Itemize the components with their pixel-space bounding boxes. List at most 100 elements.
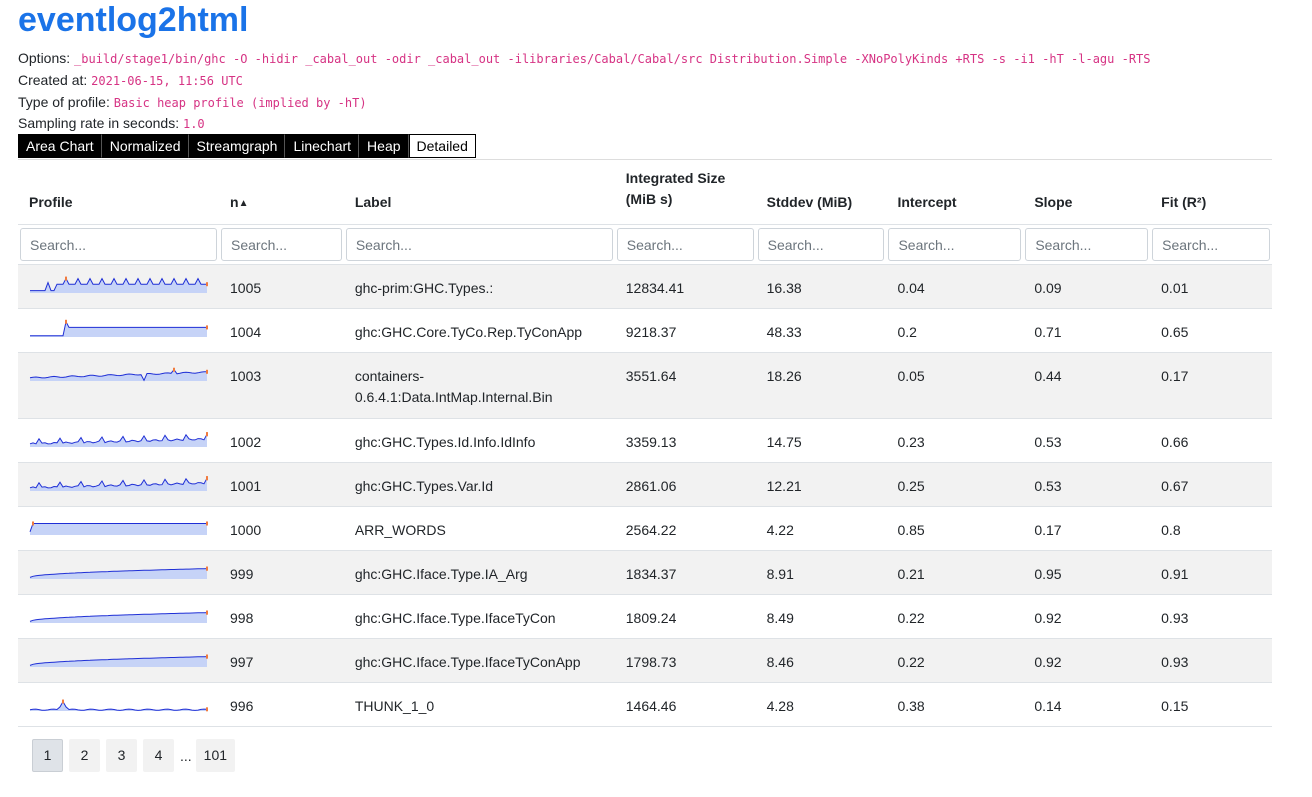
n-cell: 997 [219, 638, 344, 683]
col-header-profile[interactable]: Profile [18, 160, 219, 225]
sampling-rate-label: Sampling rate in seconds: [18, 115, 180, 131]
stddev-cell: 48.33 [755, 308, 887, 353]
fit-cell: 0.93 [1150, 638, 1272, 683]
search-input-profile[interactable] [20, 228, 217, 261]
tab-heap[interactable]: Heap [359, 134, 409, 158]
col-header-slope[interactable]: Slope [1023, 160, 1151, 225]
page-title: eventlog2html [18, 1, 249, 39]
search-input-fit[interactable] [1152, 228, 1270, 261]
col-header-intercept[interactable]: Intercept [886, 160, 1024, 225]
integrated-size-cell: 1798.73 [614, 638, 756, 683]
stddev-cell-text: 12.21 [766, 478, 802, 494]
search-input-stddev[interactable] [757, 228, 885, 261]
stddev-cell-text: 48.33 [766, 324, 802, 340]
integrated-size-cell: 1809.24 [614, 594, 756, 639]
pagination-ellipsis: ... [180, 747, 192, 764]
intercept-cell-text: 0.22 [897, 610, 925, 626]
sparkline [29, 367, 208, 382]
detailed-table: Profile n▲ Label Integrated Size (MiB s)… [18, 160, 1272, 727]
sparkline [30, 276, 208, 293]
tab-normalized[interactable]: Normalized [101, 134, 189, 158]
integrated-size-cell: 2861.06 [614, 462, 756, 507]
profile-type-label: Type of profile: [18, 94, 110, 110]
col-header-fit[interactable]: Fit (R²) [1150, 160, 1272, 225]
sparkline-marker [206, 707, 208, 712]
tab-streamgraph[interactable]: Streamgraph [188, 134, 286, 158]
integrated-size-cell-text: 2861.06 [625, 478, 677, 494]
slope-cell-text: 0.14 [1034, 698, 1062, 714]
sparkline [30, 319, 208, 337]
intercept-cell-text: 0.22 [897, 654, 925, 670]
profile-cell [18, 352, 219, 419]
intercept-cell: 0.85 [886, 506, 1024, 551]
sparkline-area [30, 434, 207, 447]
col-header-n[interactable]: n▲ [219, 160, 344, 225]
n-cell: 998 [219, 594, 344, 639]
created-line: Created at: 2021-06-15, 11:56 UTC [18, 70, 243, 91]
search-input-integrated-size[interactable] [616, 228, 754, 261]
profile-cell [18, 264, 219, 309]
stddev-cell: 8.91 [755, 550, 887, 595]
slope-cell: 0.71 [1023, 308, 1151, 353]
tab-area-chart[interactable]: Area Chart [18, 134, 102, 158]
sparkline-marker [206, 282, 208, 287]
col-header-label[interactable]: Label [343, 160, 615, 225]
fit-cell-text: 0.66 [1161, 434, 1189, 450]
stddev-cell-text: 4.28 [766, 698, 794, 714]
fit-cell: 0.91 [1150, 550, 1272, 595]
label-cell-text: ghc:GHC.Iface.Type.IfaceTyConApp [354, 654, 581, 670]
options-label: Options: [18, 50, 71, 66]
tab-detailed[interactable]: Detailed [408, 134, 476, 158]
page-button-1[interactable]: 1 [32, 739, 63, 772]
col-header-integrated-size[interactable]: Integrated Size (MiB s) [614, 160, 756, 225]
col-header-stddev[interactable]: Stddev (MiB) [755, 160, 887, 225]
label-cell-text: ghc:GHC.Types.Var.Id [354, 478, 494, 494]
integrated-size-cell-text: 1464.46 [625, 698, 677, 714]
n-cell: 1003 [219, 352, 344, 419]
integrated-size-cell-text: 1834.37 [625, 566, 677, 582]
tab-linechart[interactable]: Linechart [285, 134, 360, 158]
intercept-cell: 0.05 [886, 352, 1024, 419]
page-button-2[interactable]: 2 [69, 739, 100, 772]
n-cell-text: 1001 [230, 478, 262, 494]
sparkline-marker [206, 610, 208, 615]
sparkline-line [29, 700, 208, 711]
intercept-cell: 0.2 [886, 308, 1024, 353]
intercept-cell-text: 0.25 [897, 478, 925, 494]
label-cell: THUNK_1_0 [343, 682, 615, 727]
stddev-cell-text: 16.38 [766, 280, 802, 296]
page-button-last[interactable]: 101 [195, 739, 236, 772]
profile-cell [18, 418, 219, 463]
search-input-slope[interactable] [1025, 228, 1149, 261]
label-cell: containers-0.6.4.1:Data.IntMap.Internal.… [343, 352, 615, 419]
sparkline [29, 610, 208, 623]
label-cell: ghc:GHC.Types.Id.Info.IdInfo [343, 418, 615, 463]
fit-cell-text: 0.17 [1161, 368, 1189, 384]
sparkline-marker [206, 369, 208, 374]
integrated-size-cell-text: 1798.73 [625, 654, 677, 670]
label-cell-text: ghc:GHC.Iface.Type.IfaceTyCon [354, 610, 556, 626]
profile-type-line: Type of profile: Basic heap profile (imp… [18, 92, 367, 113]
fit-cell: 0.66 [1150, 418, 1272, 463]
sparkline-marker [206, 566, 208, 571]
slope-cell-text: 0.17 [1034, 522, 1062, 538]
n-cell-text: 1005 [230, 280, 262, 296]
label-cell-text: containers-0.6.4.1:Data.IntMap.Internal.… [354, 368, 553, 405]
integrated-size-cell-text: 2564.22 [625, 522, 677, 538]
integrated-size-cell: 2564.22 [614, 506, 756, 551]
fit-cell-text: 0.93 [1161, 610, 1189, 626]
page-button-3[interactable]: 3 [106, 739, 137, 772]
n-cell: 1001 [219, 462, 344, 507]
label-cell-text: ghc-prim:GHC.Types.: [354, 280, 494, 296]
label-cell-text: ghc:GHC.Types.Id.Info.IdInfo [354, 434, 536, 450]
sparkline-marker [206, 521, 208, 526]
page-button-4[interactable]: 4 [143, 739, 174, 772]
integrated-size-cell-text: 1809.24 [625, 610, 677, 626]
search-input-n[interactable] [221, 228, 342, 261]
slope-cell-text: 0.44 [1034, 368, 1062, 384]
search-input-label[interactable] [345, 228, 613, 261]
search-input-intercept[interactable] [888, 228, 1022, 261]
intercept-cell-text: 0.04 [897, 280, 925, 296]
sparkline-marker [65, 319, 67, 324]
fit-cell: 0.17 [1150, 352, 1272, 419]
